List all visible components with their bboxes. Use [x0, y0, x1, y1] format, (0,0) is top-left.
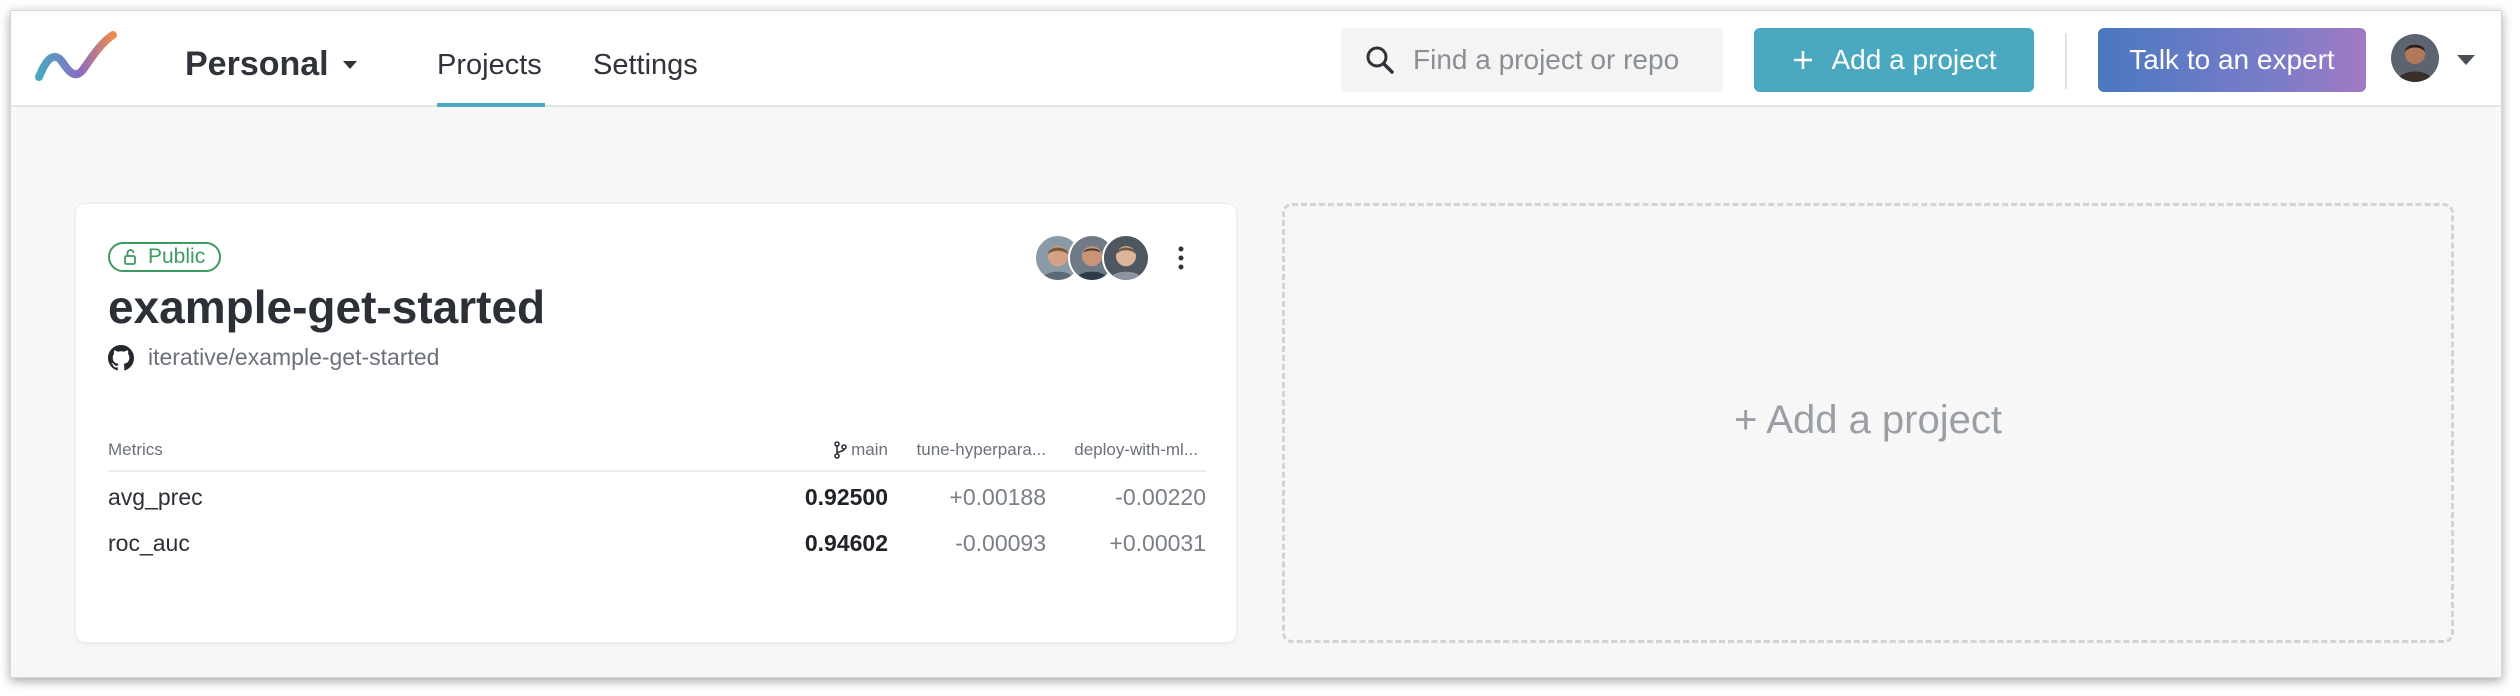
workspace-selector[interactable]: Personal [185, 45, 359, 84]
add-project-card[interactable]: + Add a project [1282, 203, 2454, 643]
git-branch-icon [834, 441, 847, 459]
table-row: avg_prec 0.92500 +0.00188 -0.00220 [108, 484, 1206, 524]
talk-to-expert-label: Talk to an expert [2129, 44, 2335, 75]
metric-delta-1: -0.00093 [955, 530, 1046, 556]
column-main: main [833, 440, 888, 460]
github-icon [108, 344, 134, 370]
project-title[interactable]: example-get-started [108, 280, 545, 334]
app-logo-icon[interactable] [33, 29, 119, 93]
search-icon [1366, 46, 1394, 74]
metric-main-value: 0.94602 [804, 530, 888, 556]
column-branch-2: deploy-with-ml... [1074, 440, 1198, 459]
project-card[interactable]: Public example-get-started iterative/exa… [75, 203, 1237, 643]
metric-delta-2: +0.00031 [1109, 530, 1206, 556]
metric-delta-2: -0.00220 [1115, 484, 1206, 510]
user-avatar-image [2391, 34, 2439, 82]
user-avatar[interactable] [2391, 34, 2439, 82]
metrics-divider [108, 470, 1206, 472]
search-input[interactable] [1413, 28, 1713, 92]
more-options-icon[interactable] [1174, 244, 1188, 272]
metrics-table-header: Metrics main tune-hyperpara... deploy-wi… [108, 440, 1206, 470]
column-branch-1: tune-hyperpara... [916, 440, 1046, 459]
talk-to-expert-button[interactable]: Talk to an expert [2098, 28, 2366, 92]
visibility-label: Public [148, 245, 206, 268]
workspace-name: Personal [185, 45, 329, 83]
header-divider [2065, 33, 2067, 89]
tab-settings[interactable]: Settings [593, 49, 698, 82]
add-project-card-label: + Add a project [1734, 398, 2002, 442]
add-project-button[interactable]: Add a project [1754, 28, 2034, 92]
app-window: Personal Projects Settings Add a project [10, 10, 2502, 678]
column-main-label: main [851, 440, 888, 459]
project-members[interactable] [1034, 234, 1154, 282]
metric-delta-1: +0.00188 [949, 484, 1046, 510]
tab-projects[interactable]: Projects [437, 49, 542, 82]
visibility-badge: Public [108, 242, 222, 272]
chevron-down-icon[interactable] [2455, 53, 2477, 67]
add-project-label: Add a project [1831, 44, 1997, 75]
table-row: roc_auc 0.94602 -0.00093 +0.00031 [108, 530, 1206, 570]
metric-name: avg_prec [108, 484, 203, 510]
active-tab-indicator [437, 103, 545, 107]
top-nav-bar: Personal Projects Settings Add a project [11, 11, 2501, 107]
search-box[interactable] [1341, 28, 1723, 92]
metrics-header-label: Metrics [108, 440, 163, 459]
member-avatar [1102, 234, 1150, 282]
chevron-down-icon [342, 60, 357, 69]
repo-link[interactable]: iterative/example-get-started [108, 344, 439, 371]
metric-name: roc_auc [108, 530, 190, 556]
unlock-icon [124, 249, 136, 265]
repo-name: iterative/example-get-started [148, 344, 440, 370]
metric-main-value: 0.92500 [804, 484, 888, 510]
plus-icon [1793, 51, 1812, 69]
